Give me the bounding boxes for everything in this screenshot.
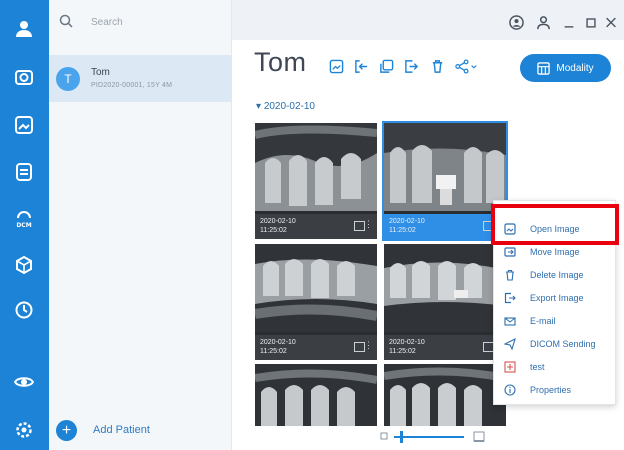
dicom-nav-icon[interactable]: DCM [9,205,39,235]
avatar: T [56,67,80,91]
title-bar [232,0,624,40]
patient-list-panel: Search T Tom PID2020-00001, 15Y 4M + Add… [49,0,232,450]
xray-image [255,244,377,332]
close-icon[interactable] [604,14,618,30]
expand-caret-icon: ▾ [256,101,262,112]
image-thumbnail[interactable]: 2020-02-10 11:25:02 ⋮ [255,123,377,239]
menu-item-dicom-sending[interactable]: DICOM Sending [494,333,617,355]
trash-icon[interactable] [429,58,446,75]
thumbnail-caption: 2020-02-10 11:25:02 [384,335,506,360]
thumbnail-timestamp: 2020-02-10 11:25:02 [389,339,425,355]
history-nav-icon[interactable] [9,295,39,325]
modality-label: Modality [556,62,594,74]
menu-item-export-image[interactable]: Export Image [494,287,617,309]
thumbnail-timestamp: 2020-02-10 11:25:02 [389,218,425,234]
image-thumbnail[interactable] [384,364,506,426]
maximize-icon[interactable] [584,14,598,30]
patients-nav-icon[interactable] [9,14,39,44]
patient-list-item[interactable]: T Tom PID2020-00001, 15Y 4M [49,55,232,102]
xray-image [384,244,506,332]
plus-box-icon [504,361,516,373]
thumbnail-caption: 2020-02-10 11:25:02 ⋮ [255,335,377,360]
image-thumbnail[interactable]: 2020-02-10 11:25:02 ⋮ [255,244,377,360]
menu-item-properties[interactable]: Properties [494,379,617,401]
thumbnail-caption: 2020-02-10 11:25:02 ⋮ [255,214,377,239]
more-icon[interactable]: ⋮ [364,219,373,230]
eye-nav-icon[interactable] [9,367,39,397]
thumbnail-timestamp: 2020-02-10 11:25:02 [260,218,296,234]
image-thumbnail[interactable]: 2020-02-10 11:25:02 [384,244,506,360]
menu-item-email[interactable]: E-mail [494,310,617,332]
nav-rail: DCM [0,0,49,450]
image-nav-icon[interactable] [9,110,39,140]
menu-item-test[interactable]: test [494,356,617,378]
info-icon [504,384,516,396]
email-icon [504,317,516,326]
add-patient-button[interactable]: + Add Patient [56,419,150,441]
thumbnail-timestamp: 2020-02-10 11:25:02 [260,339,296,355]
search-bar[interactable]: Search [49,0,232,44]
search-icon [59,14,73,28]
thumbnail-caption: 2020-02-10 11:25:02 [384,214,506,239]
grid-icon [537,61,551,75]
user-settings-icon[interactable] [534,14,552,30]
document-nav-icon[interactable] [9,157,39,187]
image-view-icon[interactable] [328,58,345,75]
add-patient-label: Add Patient [93,424,150,436]
camera-nav-icon[interactable] [9,62,39,92]
svg-text:DCM: DCM [16,222,31,229]
zoom-slider[interactable] [380,430,486,444]
settings-nav-icon[interactable] [9,415,39,445]
menu-item-delete-image[interactable]: Delete Image [494,264,617,286]
xray-image [384,364,506,426]
export-icon[interactable] [403,58,420,75]
account-icon[interactable] [507,14,525,30]
patient-name: Tom [91,67,110,78]
share-icon[interactable] [454,58,480,75]
image-thumbnail-selected[interactable]: 2020-02-10 11:25:02 [382,121,508,241]
plus-icon: + [56,419,77,441]
search-input[interactable]: Search [91,17,123,28]
xray-image [255,364,377,426]
more-icon[interactable]: ⋮ [364,340,373,351]
date-group-header[interactable]: ▾ 2020-02-10 [256,101,315,112]
page-title: Tom [254,47,307,77]
import-icon[interactable] [353,58,370,75]
move-image-icon [504,247,516,257]
xray-image [255,123,377,211]
xray-image [384,123,506,211]
date-group-label: 2020-02-10 [263,101,315,112]
modality-button[interactable]: Modality [520,54,611,82]
trash-icon [506,269,514,281]
patient-details: PID2020-00001, 15Y 4M [91,82,173,89]
highlight-box [491,204,619,245]
export-icon [504,292,516,304]
copy-image-icon[interactable] [378,58,395,75]
send-icon [504,338,516,350]
minimize-icon[interactable] [562,14,576,30]
image-thumbnail[interactable] [255,364,377,426]
cube-nav-icon[interactable] [9,250,39,280]
